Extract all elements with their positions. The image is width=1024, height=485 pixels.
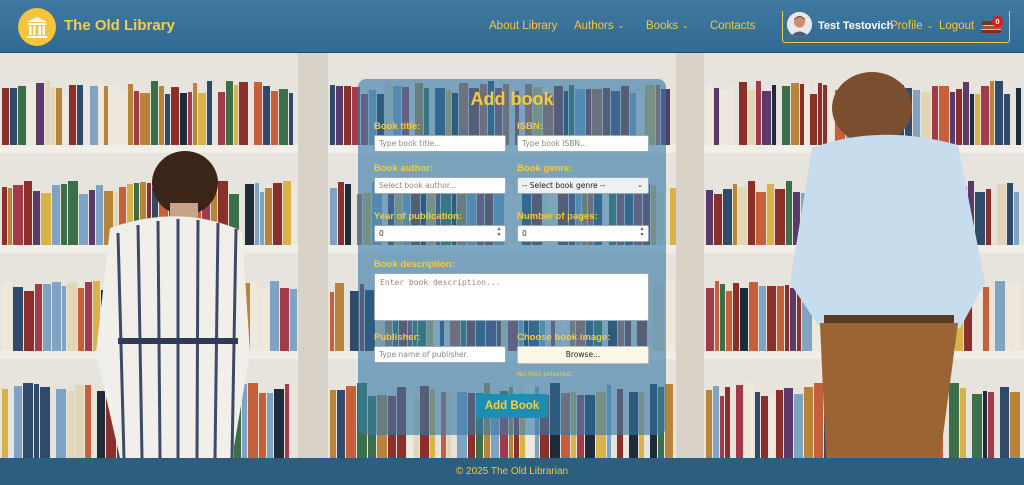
library-logo-icon[interactable]	[18, 8, 56, 46]
nav-books-label: Books	[646, 20, 678, 32]
chevron-down-icon: ⌄	[617, 21, 625, 30]
book-author-input[interactable]	[374, 177, 506, 194]
description-textarea[interactable]	[374, 273, 649, 321]
nav-books[interactable]: Books ⌄	[646, 20, 689, 32]
book-author-label: Book author:	[374, 163, 434, 174]
number-spinner-icon[interactable]: ▲ ▼	[638, 226, 646, 238]
year-field: ▲▼	[374, 225, 506, 242]
pages-input[interactable]	[517, 225, 649, 242]
isbn-label: ISBN:	[517, 121, 543, 132]
file-status: No files selected.	[517, 370, 573, 378]
add-book-form: Add book Book title: ISBN: Book author: …	[358, 79, 666, 435]
year-label: Year of publication:	[374, 211, 463, 222]
form-title: Add book	[470, 89, 554, 109]
chevron-down-icon: ⌄	[681, 21, 689, 30]
user-menu: Test Testovich Profile ⌄ Logout 0	[782, 11, 1010, 43]
profile-label: Profile	[890, 20, 923, 32]
pages-field: ▲▼	[517, 225, 649, 242]
chevron-down-icon: ⌄	[637, 181, 643, 189]
year-input[interactable]	[374, 225, 506, 242]
book-title-input[interactable]	[374, 135, 506, 152]
publisher-input[interactable]	[374, 346, 506, 363]
user-name: Test Testovich	[818, 20, 894, 32]
nav-authors-label: Authors	[574, 20, 614, 32]
nav-about-library[interactable]: About Library	[489, 20, 557, 32]
avatar[interactable]	[787, 12, 812, 37]
brand-title[interactable]: The Old Library	[64, 17, 175, 34]
book-genre-select[interactable]: -- Select book genre -- ⌄	[517, 177, 649, 194]
browse-button[interactable]: Browse...	[517, 346, 649, 364]
publisher-label: Publisher:	[374, 332, 421, 343]
site-header: The Old Library About Library Authors ⌄ B…	[0, 0, 1024, 53]
book-genre-label: Book genre:	[517, 163, 573, 174]
nav-authors[interactable]: Authors ⌄	[574, 20, 624, 32]
book-title-label: Book title:	[374, 121, 421, 132]
nav-contacts[interactable]: Contacts	[710, 20, 755, 32]
logout-link[interactable]: Logout	[939, 20, 974, 32]
books-stack-icon[interactable]: 0	[980, 16, 1004, 35]
profile-menu[interactable]: Profile ⌄	[890, 20, 933, 32]
description-label: Book description:	[374, 259, 455, 270]
book-image-label: Choose book image:	[517, 332, 611, 343]
number-spinner-icon[interactable]: ▲ ▼	[495, 226, 503, 238]
add-book-button[interactable]: Add Book	[476, 394, 548, 418]
site-footer: © 2025 The Old Librarian	[0, 458, 1024, 485]
isbn-input[interactable]	[517, 135, 649, 152]
cart-count-badge: 0	[992, 16, 1003, 27]
footer-copyright: © 2025 The Old Librarian	[455, 466, 569, 477]
chevron-down-icon: ⌄	[926, 21, 934, 30]
pages-label: Number of pages:	[517, 211, 598, 222]
book-genre-value: -- Select book genre --	[522, 181, 606, 190]
